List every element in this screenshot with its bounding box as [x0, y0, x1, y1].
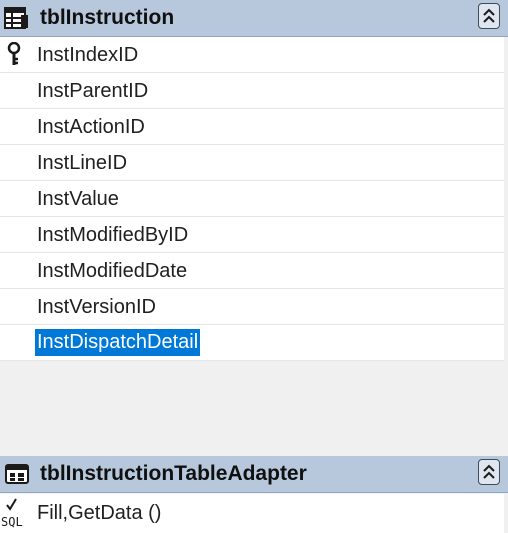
- field-label: InstModifiedDate: [37, 260, 188, 282]
- primary-key-icon: [7, 42, 21, 65]
- svg-text:SQL: SQL: [1, 515, 23, 529]
- double-chevron-up-icon: [483, 8, 495, 23]
- adapter-header[interactable]: tblInstructionTableAdapter: [0, 456, 508, 493]
- field-label: InstIndexID: [37, 44, 139, 66]
- field-label: InstLineID: [37, 152, 128, 174]
- field-row-instlineid[interactable]: InstLineID: [0, 145, 504, 181]
- field-label: InstVersionID: [37, 296, 156, 318]
- field-row-instmodifiedbyid[interactable]: InstModifiedByID: [0, 217, 504, 253]
- field-row-instversionid[interactable]: InstVersionID: [0, 289, 504, 325]
- collapse-table-button[interactable]: [478, 3, 500, 29]
- table-icon: [4, 7, 28, 29]
- field-row-instparentid[interactable]: InstParentID: [0, 73, 504, 109]
- field-row-instdispatchdetail[interactable]: InstDispatchDetail: [0, 325, 504, 361]
- table-adapter-icon: [5, 464, 29, 484]
- table-adapter-card: tblInstructionTableAdapter SQL Fill,GetD…: [0, 455, 508, 533]
- field-row-instmodifieddate[interactable]: InstModifiedDate: [0, 253, 504, 289]
- field-label: InstActionID: [37, 116, 145, 138]
- field-label-selected: InstDispatchDetail: [35, 329, 201, 356]
- method-row-fill-getdata[interactable]: SQL Fill,GetData (): [0, 494, 504, 533]
- field-list: InstIndexID InstParentID InstActionID In…: [0, 37, 504, 361]
- field-label: InstParentID: [37, 80, 149, 102]
- table-designer-card: tblInstruction InstIndexID InstParentID …: [0, 0, 508, 455]
- field-row-instactionid[interactable]: InstActionID: [0, 109, 504, 145]
- table-title: tblInstruction: [40, 6, 175, 29]
- field-row-instvalue[interactable]: InstValue: [0, 181, 504, 217]
- table-header[interactable]: tblInstruction: [0, 0, 508, 37]
- field-row-instindexid[interactable]: InstIndexID: [0, 37, 504, 73]
- collapse-adapter-button[interactable]: [478, 459, 500, 485]
- field-label: InstValue: [37, 188, 119, 210]
- double-chevron-up-icon: [483, 464, 495, 479]
- method-label: Fill,GetData (): [37, 502, 162, 524]
- adapter-title: tblInstructionTableAdapter: [40, 462, 307, 485]
- field-label: InstModifiedByID: [37, 224, 189, 246]
- sql-query-icon: SQL: [1, 498, 23, 529]
